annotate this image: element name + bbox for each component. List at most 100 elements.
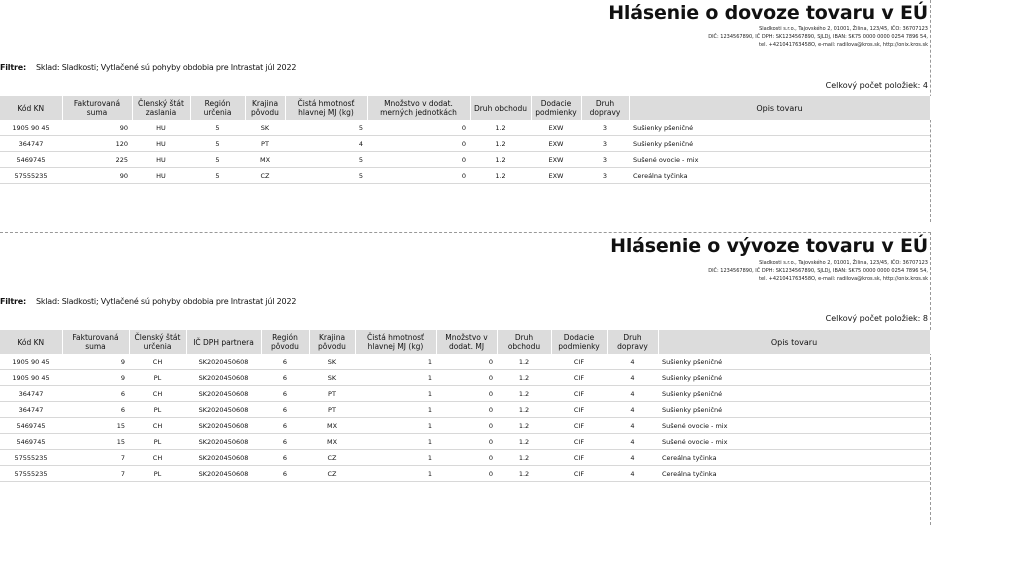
cell-fakturovana-suma: 15: [62, 433, 129, 450]
cell-clensky-stat: HU: [132, 135, 190, 152]
filter-text: Sklad: Sladkosti; Vytlačené sú pohyby ob…: [35, 297, 297, 306]
company-line: DIČ: 1234567890, IČ DPH: SK1234567890, S…: [708, 268, 928, 274]
cell-krajina: SK: [245, 120, 285, 136]
column-header-region: Región určenia: [190, 96, 246, 120]
table-row: 364747 120 HU 5 PT 4 0 1.2 EXW 3 Sušienky pšeničné: [0, 135, 930, 152]
column-header-dodacie-podmienky: Dodacie podmienky: [551, 330, 608, 354]
cell-kod-kn: 364747: [0, 135, 62, 152]
cell-druh-obchodu: 1.2: [497, 354, 551, 370]
column-header-kod-kn: Kód KN: [0, 330, 63, 354]
cell-mnozstvo: 0: [436, 465, 497, 482]
column-header-ic-dph-partnera: IČ DPH partnera: [186, 330, 262, 354]
item-count: Celkový počet položiek: 8: [825, 314, 928, 323]
column-header-mnozstvo: Množstvo v dodat. MJ: [436, 330, 498, 354]
cell-hmotnost: 1: [355, 401, 436, 418]
cell-clensky-stat: HU: [132, 151, 190, 168]
cell-ic-dph-partnera: SK2020450608: [186, 465, 261, 482]
cell-krajina: PT: [309, 401, 355, 418]
cell-krajina: MX: [245, 151, 285, 168]
cell-dodacie-podmienky: EXW: [531, 151, 581, 168]
cell-opis-tovaru: Cereálna tyčinka: [658, 449, 930, 466]
cell-fakturovana-suma: 9: [62, 369, 129, 386]
company-line: Sladkosti s.r.o., Tajovského 2, 01001, Ž…: [759, 26, 928, 32]
cell-clensky-stat: HU: [132, 167, 190, 184]
cell-druh-obchodu: 1.2: [470, 120, 531, 136]
cell-hmotnost: 5: [285, 120, 367, 136]
cell-krajina: CZ: [309, 465, 355, 482]
cell-ic-dph-partnera: SK2020450608: [186, 433, 261, 450]
column-header-mnozstvo: Množstvo v dodat. merných jednotkách: [367, 96, 471, 120]
cell-fakturovana-suma: 120: [62, 135, 132, 152]
cell-region: 5: [190, 167, 245, 184]
cell-opis-tovaru: Sušienky pšeničné: [658, 369, 930, 386]
cell-dodacie-podmienky: EXW: [531, 120, 581, 136]
filter-label: Filtre:: [0, 63, 26, 72]
cell-hmotnost: 1: [355, 449, 436, 466]
filter-line: Filtre: Sklad: Sladkosti; Vytlačené sú po…: [0, 297, 296, 306]
cell-mnozstvo: 0: [367, 167, 470, 184]
cell-hmotnost: 5: [285, 167, 367, 184]
cell-fakturovana-suma: 7: [62, 449, 129, 466]
cell-krajina: MX: [309, 417, 355, 434]
cell-fakturovana-suma: 7: [62, 465, 129, 482]
cell-druh-dopravy: 4: [607, 385, 658, 402]
cell-dodacie-podmienky: CIF: [551, 385, 607, 402]
cell-dodacie-podmienky: EXW: [531, 167, 581, 184]
cell-kod-kn: 57555235: [0, 449, 62, 466]
table-row: 1905 90 45 9 CH SK2020450608 6 SK 1 0 1.2 CIF 4 Suš…: [0, 354, 930, 370]
cell-druh-dopravy: 3: [581, 167, 629, 184]
cell-fakturovana-suma: 90: [62, 120, 132, 136]
cell-mnozstvo: 0: [367, 120, 470, 136]
table-row: 5469745 225 HU 5 MX 5 0 1.2 EXW 3 Sušené ovocie - …: [0, 151, 930, 168]
cell-clensky-stat: HU: [132, 120, 190, 136]
cell-region: 6: [261, 465, 309, 482]
cell-krajina: SK: [309, 354, 355, 370]
cell-clensky-stat: PL: [129, 465, 186, 482]
table-row: 1905 90 45 90 HU 5 SK 5 0 1.2 EXW 3 Sušienky pšeni…: [0, 120, 930, 136]
cell-clensky-stat: PL: [129, 401, 186, 418]
cell-dodacie-podmienky: CIF: [551, 465, 607, 482]
cell-krajina: SK: [309, 369, 355, 386]
cell-mnozstvo: 0: [436, 433, 497, 450]
cell-krajina: CZ: [245, 167, 285, 184]
cell-druh-dopravy: 3: [581, 135, 629, 152]
table-row: 57555235 90 HU 5 CZ 5 0 1.2 EXW 3 Cereálna tyčinka: [0, 167, 930, 184]
column-header-hmotnost: Čistá hmotnosť hlavnej MJ (kg): [355, 330, 437, 354]
cell-kod-kn: 57555235: [0, 465, 62, 482]
cell-region: 6: [261, 354, 309, 370]
cell-krajina: CZ: [309, 449, 355, 466]
cell-hmotnost: 1: [355, 417, 436, 434]
cell-fakturovana-suma: 6: [62, 401, 129, 418]
column-header-druh-dopravy: Druh dopravy: [581, 96, 630, 120]
cell-fakturovana-suma: 9: [62, 354, 129, 370]
column-header-fakturovana-suma: Fakturovaná suma: [62, 96, 133, 120]
filter-label: Filtre:: [0, 297, 26, 306]
column-header-krajina: Krajina pôvodu: [309, 330, 356, 354]
cell-region: 6: [261, 433, 309, 450]
cell-druh-obchodu: 1.2: [497, 449, 551, 466]
cell-krajina: PT: [309, 385, 355, 402]
cell-ic-dph-partnera: SK2020450608: [186, 354, 261, 370]
column-header-clensky-stat: Členský štát zaslania: [132, 96, 191, 120]
cell-region: 6: [261, 449, 309, 466]
cell-dodacie-podmienky: CIF: [551, 369, 607, 386]
table-row: 57555235 7 CH SK2020450608 6 CZ 1 0 1.2 CIF 4 Cereá…: [0, 449, 930, 466]
cell-clensky-stat: PL: [129, 369, 186, 386]
column-header-region: Región pôvodu: [261, 330, 310, 354]
report-title: Hlásenie o dovoze tovaru v EÚ: [608, 2, 928, 24]
cell-druh-obchodu: 1.2: [470, 135, 531, 152]
cell-region: 6: [261, 417, 309, 434]
cell-mnozstvo: 0: [436, 449, 497, 466]
cell-druh-obchodu: 1.2: [497, 417, 551, 434]
cell-druh-dopravy: 4: [607, 354, 658, 370]
cell-druh-obchodu: 1.2: [497, 401, 551, 418]
cell-kod-kn: 57555235: [0, 167, 62, 184]
column-header-hmotnost: Čistá hmotnosť hlavnej MJ (kg): [285, 96, 368, 120]
import-table: Kód KN Fakturovaná suma Členský štát zasla…: [0, 96, 931, 184]
cell-mnozstvo: 0: [436, 417, 497, 434]
cell-kod-kn: 1905 90 45: [0, 120, 62, 136]
table-row: 5469745 15 CH SK2020450608 6 MX 1 0 1.2 CIF 4 Sušen…: [0, 417, 930, 434]
cell-clensky-stat: CH: [129, 354, 186, 370]
cell-region: 5: [190, 120, 245, 136]
cell-krajina: MX: [309, 433, 355, 450]
